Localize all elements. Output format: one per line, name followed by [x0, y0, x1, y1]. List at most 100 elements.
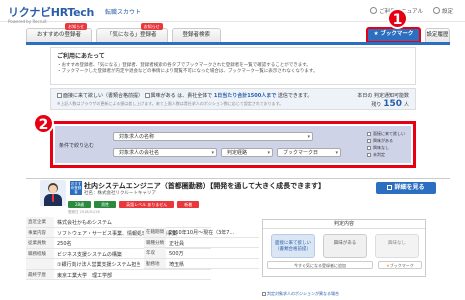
info-value: 正社員 — [169, 240, 185, 247]
header-links: ご利用マニュアル 設定 — [370, 7, 453, 15]
interested-button[interactable]: 興味がある — [323, 234, 367, 258]
filter-panel: 条件で絞り込む 対象求人の名称 対象求人の会社名 判定経路 ブックマーク日 面接… — [55, 126, 411, 163]
help-icon — [370, 7, 378, 14]
not-interested-button-label: 興味なし — [388, 241, 406, 246]
info-value: 250名 — [57, 241, 72, 247]
check-label: 興味なし — [373, 145, 389, 150]
tag-gender: 男性 — [94, 201, 117, 208]
info-value: 2010年10月〜現在（3年7... — [169, 230, 235, 236]
remain-unit: 人 — [403, 102, 409, 108]
checkbox-icon — [144, 93, 150, 98]
recommend-tag: おすすめ登録者 — [70, 181, 82, 195]
different-position-label: 判定対象求人のポジションが異なる場合 — [267, 291, 339, 296]
callout-marker-2: 2 — [33, 113, 54, 134]
tab-history[interactable]: 設定履歴 — [425, 28, 450, 42]
interview-button[interactable]: 面接に来て欲しい （書類合格前提） — [271, 234, 315, 258]
info-key: 最終学歴 — [26, 269, 54, 279]
register-date: 登録日 2018/01/26 — [68, 210, 100, 214]
company-name-select[interactable]: 対象求人の会社名 — [113, 148, 217, 157]
not-interested-button[interactable]: 興味なし — [375, 234, 419, 258]
info-value: ビジネス支援システムの構築 — [57, 251, 122, 258]
info-row: 職種分類 正社員 — [144, 237, 259, 248]
tab-label: 設定履歴 — [426, 32, 449, 38]
tab-label: おすすめの登録者 — [37, 32, 82, 38]
job-name-select[interactable]: 対象求人の名称 — [113, 132, 313, 141]
interested-button-label: 興味がある — [333, 241, 357, 246]
check-not-interested[interactable]: 興味なし — [367, 144, 405, 151]
detail-button[interactable]: 詳細を見る — [376, 182, 436, 194]
candidate-tags: 28歳 男性 英語レベル ありません 新着 — [68, 201, 200, 208]
info-key: 勤務地 — [144, 258, 166, 268]
info-row: 在籍期間 2010年10月〜現在（3年7... — [144, 227, 259, 238]
send-limit-status: 面接に来て欲しい（書類合格前提） 興味がある は、貴社全体で 1日当たり合計15… — [50, 88, 416, 110]
remaining-count: 本日の 判定通知可能数 残り 150 人 — [357, 92, 409, 109]
info-row: 年収 500万 — [144, 248, 259, 259]
check-interested[interactable]: 興味がある — [367, 137, 405, 144]
status-note: ※上記人数はブラウザの更新による値は差し上げます。来て上限人数は貴社求人のポジシ… — [57, 101, 284, 106]
add-interested-button[interactable]: 今すぐ気になる登録者に追加 — [267, 261, 373, 269]
window-icon — [387, 184, 393, 190]
info-row: 勤務地 埼玉県 — [144, 258, 259, 269]
tag-new: 新着 — [177, 201, 200, 208]
checkbox-icon — [367, 145, 371, 150]
bookmark-button[interactable]: ★ブックマーク — [378, 261, 422, 269]
check-label: 面接に来て欲しい — [373, 131, 405, 136]
status-cb2: 興味がある — [150, 93, 176, 99]
info-key: 年収 — [144, 248, 166, 258]
callout-marker-1: 1 — [387, 8, 408, 29]
remain-label: 残り — [371, 102, 382, 108]
info-key: 従業員数 — [26, 238, 54, 248]
filter-label: 条件で絞り込む — [59, 143, 95, 149]
tab-recommended[interactable]: おすすめの登録者 お知らせ — [26, 23, 93, 42]
job-company: 社名：株式会社リクルートキャリア — [84, 191, 156, 196]
status-mid: は、貴社全体で — [177, 93, 213, 99]
notice-line: ・ブックマークした登録者が内定や退会などの事情により閲覧不可になった場合は、ブッ… — [57, 69, 318, 74]
settings-link-label: 設定 — [441, 9, 453, 15]
route-select[interactable]: 判定経路 — [221, 148, 273, 157]
logo[interactable]: リクナビHRTech Powered by Recruit — [8, 4, 94, 24]
bookmark-date-select[interactable]: ブックマーク日 — [277, 148, 341, 157]
product-name: 転職スカウト — [105, 9, 142, 16]
checkbox-icon — [262, 291, 266, 296]
checkbox-icon — [57, 93, 62, 98]
info-key — [26, 259, 54, 269]
info-key: 在籍期間 — [144, 227, 166, 237]
avatar — [40, 180, 66, 206]
tab-label: 登録者検索 — [182, 32, 211, 38]
info-value: 500万 — [169, 251, 184, 257]
filter-highlight: 条件で絞り込む 対象求人の名称 対象求人の会社名 判定経路 ブックマーク日 面接… — [50, 121, 416, 168]
status-text: 面接に来て欲しい（書類合格前提） 興味がある は、貴社全体で 1日当たり合計15… — [57, 92, 409, 99]
gear-icon — [432, 7, 440, 14]
info-row: 最終学歴 東京工業大学 理工学部 — [26, 269, 211, 280]
tab-label: ★ ブックマーク — [373, 31, 414, 37]
tag-english: 英語レベル ありません — [119, 201, 175, 208]
tag-age: 28歳 — [68, 201, 92, 208]
tab-label: 「気になる」登録者 — [107, 32, 157, 38]
info-key: 事業内容 — [26, 227, 54, 237]
info-key: 直近企業 — [26, 217, 54, 227]
logo-text: リクナビHRTech — [8, 6, 95, 19]
tab-underline — [26, 42, 450, 45]
check-undecided[interactable]: 未判定 — [367, 151, 405, 158]
settings-link[interactable]: 設定 — [432, 7, 453, 15]
status-cb1: 面接に来て欲しい（書類合格前提） — [63, 93, 144, 99]
interview-button-sub: （書類合格前提） — [275, 247, 311, 252]
different-position-link[interactable]: 判定対象求人のポジションが異なる場合 — [262, 291, 339, 297]
status-tail: 送信できます。 — [277, 93, 313, 99]
check-interview[interactable]: 面接に来て欲しい — [367, 130, 405, 137]
check-label: 興味がある — [373, 138, 393, 143]
tab-search[interactable]: 登録者検索 — [171, 28, 222, 42]
tab-bookmark[interactable]: ★ ブックマーク — [366, 27, 421, 43]
notice-title: ご利用にあたって — [57, 53, 105, 60]
info-value: 株式会社かもめシステム — [57, 220, 112, 226]
check-label: 未判定 — [373, 152, 385, 157]
info-key: 職務経験 — [26, 248, 54, 258]
info-value: 埼玉県 — [169, 261, 185, 268]
checkbox-icon — [367, 138, 371, 143]
detail-button-label: 詳細を見る — [394, 184, 425, 191]
tab-interested[interactable]: 「気になる」登録者 お知らせ — [96, 23, 168, 42]
judge-panel: 判定内容 面接に来て欲しい （書類合格前提） 興味がある 興味なし 今すぐ気にな… — [262, 219, 426, 277]
tab-bar: おすすめの登録者 お知らせ 「気になる」登録者 お知らせ 登録者検索 ★ ブック… — [26, 23, 450, 43]
checkbox-icon — [367, 152, 371, 157]
info-value: ①銀行向け法人営業支援システム担当：同件定義、開発担当 — [57, 262, 140, 268]
